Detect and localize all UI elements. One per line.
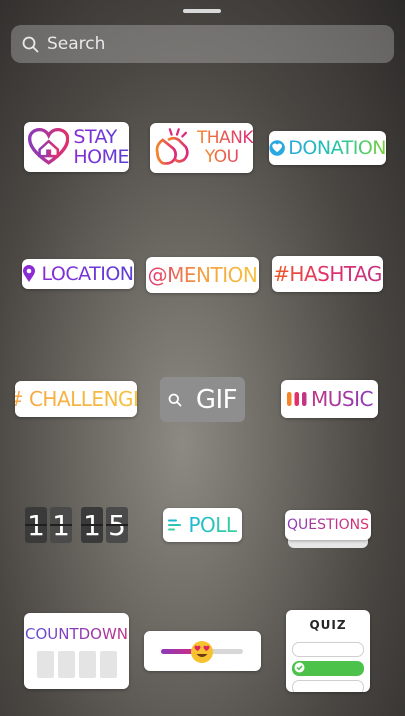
countdown-box bbox=[78, 651, 96, 678]
questions-card: QUESTIONS bbox=[285, 510, 371, 540]
heart-house-icon bbox=[28, 127, 70, 165]
music-sticker[interactable]: MUSIC bbox=[281, 380, 378, 418]
donation-label: DONATION bbox=[288, 137, 386, 159]
challenge-sticker[interactable]: # CHALLENGE bbox=[15, 381, 137, 417]
drag-handle[interactable] bbox=[183, 9, 221, 13]
location-pin-icon bbox=[23, 265, 36, 282]
home-label: HOME bbox=[73, 146, 129, 168]
slider-emoji-thumb[interactable] bbox=[189, 639, 215, 665]
location-sticker[interactable]: LOCATION bbox=[22, 259, 134, 289]
poll-sticker[interactable]: POLL bbox=[163, 508, 242, 542]
hashtag-label: #HASHTAG bbox=[273, 262, 382, 286]
quiz-option bbox=[292, 680, 364, 692]
music-label: MUSIC bbox=[311, 387, 373, 411]
countdown-box bbox=[57, 651, 75, 678]
quiz-label: QUIZ bbox=[309, 618, 347, 632]
search-bar[interactable]: Search bbox=[11, 25, 394, 63]
emoji-slider-sticker[interactable] bbox=[144, 631, 261, 671]
thank-you-sticker[interactable]: THANK YOU bbox=[150, 123, 253, 173]
location-label: LOCATION bbox=[41, 263, 134, 285]
flip-digit: 1 bbox=[50, 507, 72, 543]
checkmark-icon bbox=[294, 662, 305, 673]
flip-digit: 1 bbox=[81, 507, 103, 543]
search-input[interactable]: Search bbox=[47, 34, 105, 54]
quiz-options bbox=[292, 638, 364, 692]
poll-lines-icon bbox=[168, 519, 182, 531]
poll-label: POLL bbox=[188, 513, 237, 537]
challenge-label: # CHALLENGE bbox=[15, 387, 137, 411]
mention-label: @MENTION bbox=[147, 263, 258, 287]
stay-home-sticker[interactable]: STAY HOME bbox=[24, 122, 129, 172]
search-icon bbox=[168, 393, 182, 406]
countdown-flip-sticker[interactable]: 1 1 1 5 bbox=[25, 507, 131, 543]
clapping-hands-icon bbox=[155, 128, 189, 165]
countdown-boxes bbox=[35, 651, 119, 678]
mention-sticker[interactable]: @MENTION bbox=[146, 257, 259, 293]
questions-label: QUESTIONS bbox=[286, 517, 370, 533]
stay-label: STAY bbox=[73, 127, 129, 147]
quiz-option bbox=[292, 642, 364, 657]
gif-sticker[interactable]: GIF bbox=[160, 377, 245, 422]
quiz-option-correct bbox=[292, 661, 364, 676]
heart-icon bbox=[269, 140, 285, 156]
heart-eyes-emoji-icon bbox=[191, 641, 213, 663]
gif-label: GIF bbox=[195, 384, 238, 415]
countdown-label: COUNTDOWN bbox=[24, 625, 129, 643]
thank-label: THANK bbox=[196, 128, 253, 148]
questions-sticker[interactable]: QUESTIONS bbox=[285, 510, 371, 550]
countdown-sticker[interactable]: COUNTDOWN bbox=[24, 613, 129, 689]
quiz-sticker[interactable]: QUIZ bbox=[286, 610, 370, 692]
countdown-box bbox=[36, 651, 54, 678]
flip-digit: 5 bbox=[106, 507, 128, 543]
hashtag-sticker[interactable]: #HASHTAG bbox=[272, 256, 383, 292]
flip-digit: 1 bbox=[25, 507, 47, 543]
donation-sticker[interactable]: DONATION bbox=[269, 131, 386, 165]
search-icon bbox=[22, 36, 39, 52]
music-bars-icon bbox=[287, 392, 307, 406]
you-label: YOU bbox=[205, 148, 253, 167]
countdown-box bbox=[99, 651, 117, 678]
